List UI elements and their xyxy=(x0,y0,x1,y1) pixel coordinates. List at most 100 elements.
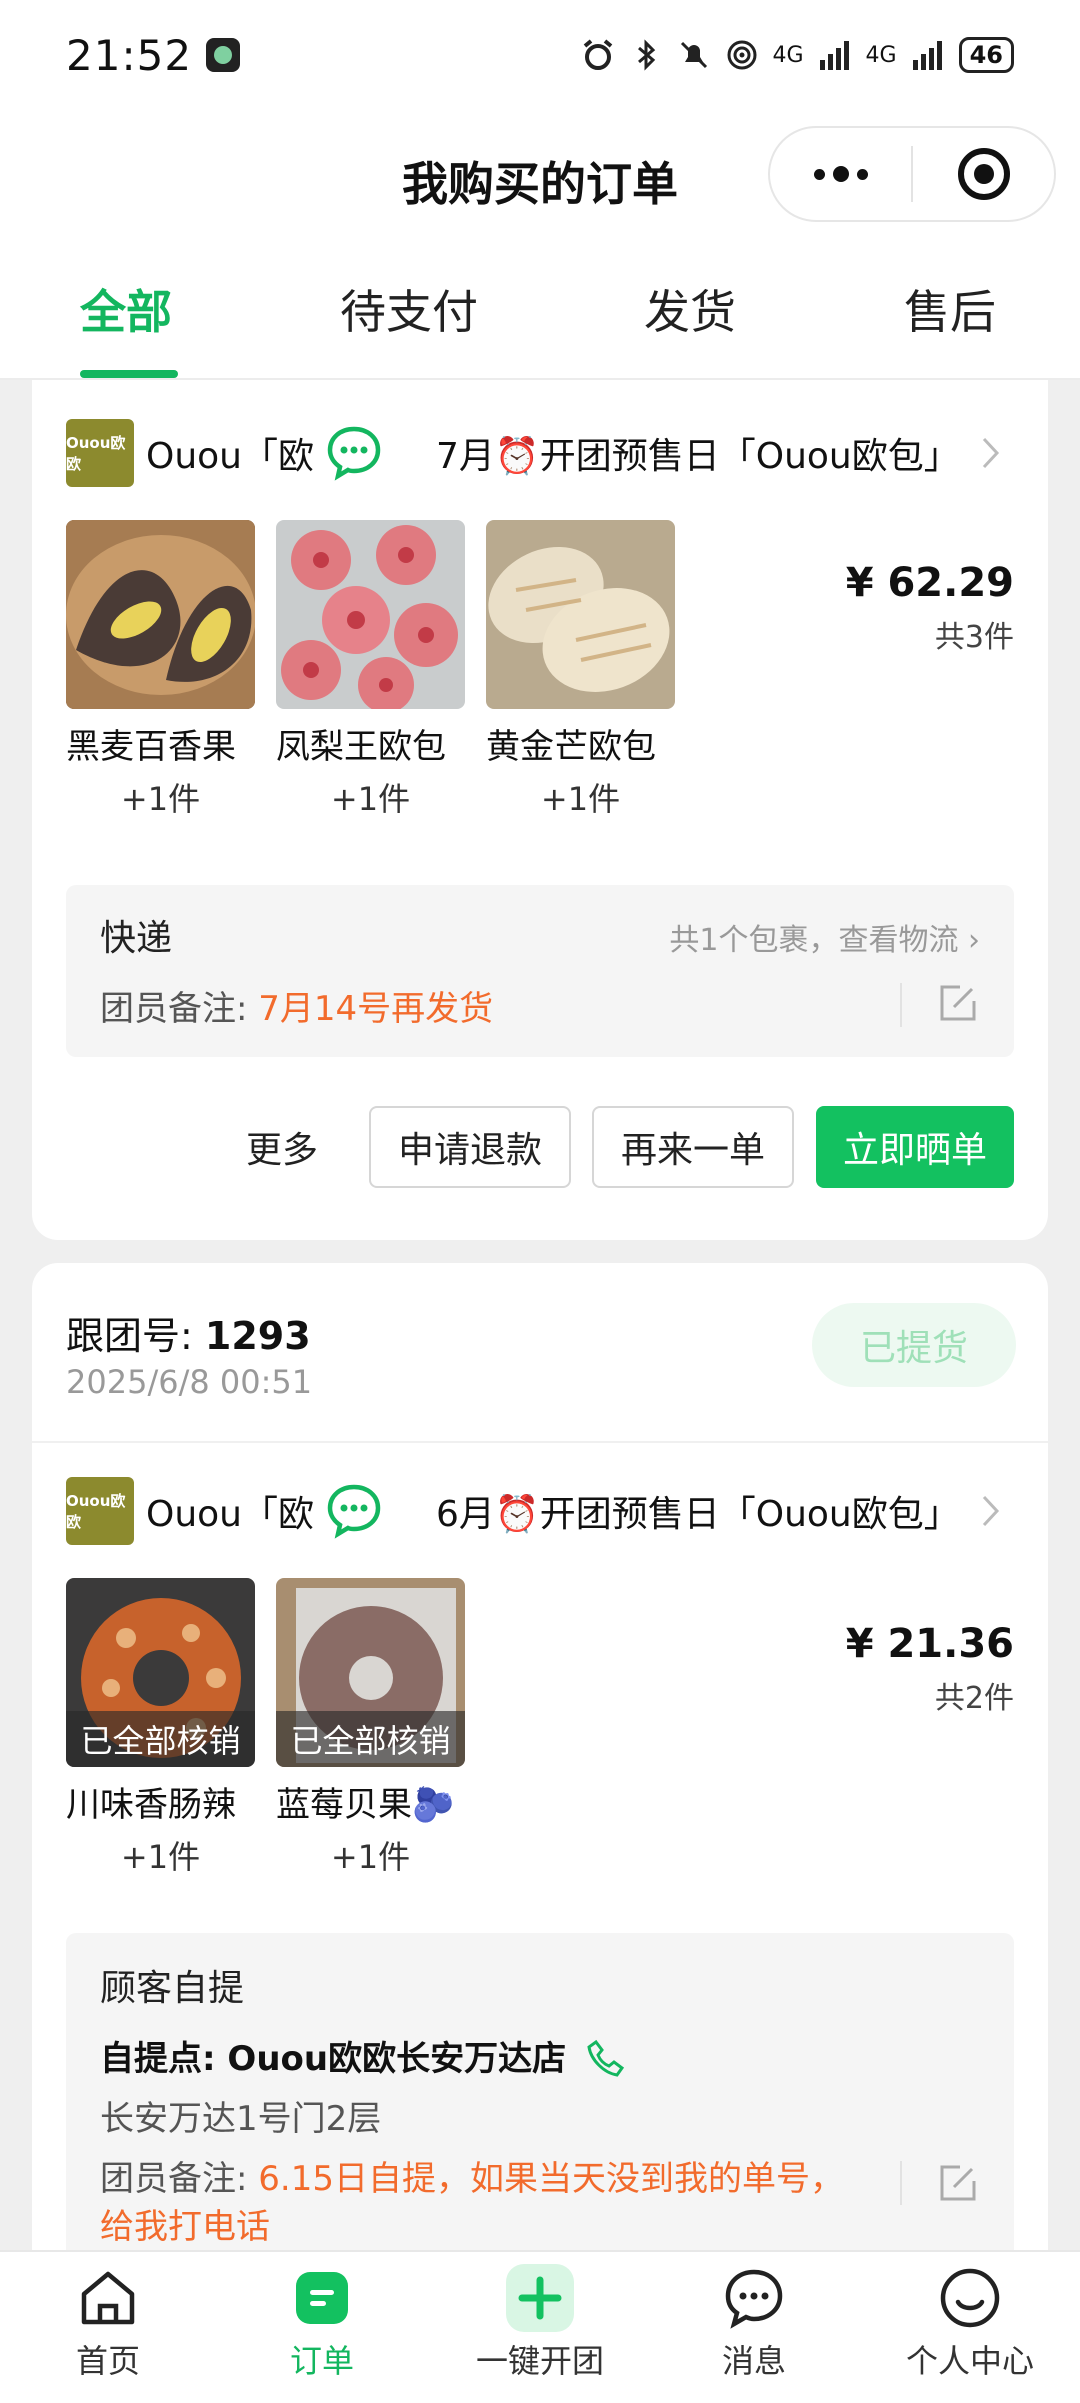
product-item[interactable]: 已全部核销 蓝莓贝果🫐 +1件 xyxy=(276,1578,465,1878)
group-label: 跟团号: xyxy=(66,1314,205,1358)
order-date: 2025/6/8 00:51 xyxy=(66,1363,313,1401)
product-item[interactable]: 黄金芒欧包 +1件 xyxy=(486,520,675,820)
view-logistics-link[interactable]: 共1个包裹，查看物流 › xyxy=(669,915,980,959)
store-name: Ouou「欧欧 xyxy=(146,1494,316,1535)
pickup-point-row: 自提点: Ouou欧欧长安万达店 xyxy=(100,2031,626,2080)
more-dots-icon xyxy=(813,166,868,182)
product-qty: +1件 xyxy=(330,780,411,818)
more-actions-button[interactable]: 更多 xyxy=(212,1106,352,1188)
store-row[interactable]: Ouou欧欧 Ouou「欧欧 7月⏰开团预售日「Ouou欧包」 xyxy=(66,418,1018,488)
product-qty: +1件 xyxy=(540,780,621,818)
delivery-method: 快递 xyxy=(100,918,173,959)
more-button[interactable] xyxy=(770,128,911,220)
note-value: 7月14号再发货 xyxy=(258,989,494,1029)
nav-home[interactable]: 首页 xyxy=(8,2266,208,2382)
product-list: 黑麦百香果 +1件 凤梨王欧包 +1件 黄金芒欧包 +1件 xyxy=(66,520,675,820)
title-bar: 我购买的订单 xyxy=(0,110,1080,240)
nav-messages[interactable]: 消息 xyxy=(654,2266,854,2382)
store-logo: Ouou欧欧 xyxy=(66,419,134,487)
store-name: Ouou「欧欧 xyxy=(146,436,316,477)
pickup-box: 顾客自提 自提点: Ouou欧欧长安万达店 长安万达1号门2层 团员备注: 6.… xyxy=(66,1933,1014,2250)
tab-after-sales[interactable]: 售后 xyxy=(904,276,996,342)
nav-label: 消息 xyxy=(721,2342,786,2380)
order-card: Ouou欧欧 Ouou「欧欧 7月⏰开团预售日「Ouou欧包」 黑麦百香果 +1… xyxy=(32,380,1048,1240)
product-list: 已全部核销 川味香肠辣 +1件 已全部核销 蓝莓贝果🫐 +1件 xyxy=(66,1578,465,1878)
chat-icon[interactable] xyxy=(324,1481,384,1541)
mute-icon xyxy=(680,41,707,69)
member-note: 团员备注: 7月14号再发货 xyxy=(100,981,493,1030)
note-label: 团员备注: xyxy=(100,989,259,1029)
order-item-count: 共2件 xyxy=(934,1681,1014,1716)
product-image: 已全部核销 xyxy=(276,1578,465,1767)
nav-label: 订单 xyxy=(289,2342,354,2380)
message-icon xyxy=(725,2269,783,2329)
product-image xyxy=(66,520,255,709)
product-qty: +1件 xyxy=(120,1838,201,1876)
profile-icon xyxy=(940,2268,1000,2328)
close-program-button[interactable] xyxy=(913,128,1054,220)
order-card: 跟团号: 1293 2025/6/8 00:51 已提货 Ouou欧欧 Ouou… xyxy=(32,1263,1048,2250)
tab-pending-payment[interactable]: 待支付 xyxy=(340,276,478,342)
product-image xyxy=(486,520,675,709)
battery-icon: 46 xyxy=(958,37,1014,73)
note-label: 团员备注: xyxy=(100,2159,259,2199)
nav-label: 首页 xyxy=(75,2342,140,2380)
status-badge: 已提货 xyxy=(812,1303,1016,1387)
signal-icon xyxy=(819,41,849,70)
active-tab-indicator xyxy=(80,370,178,378)
nav-orders[interactable]: 订单 xyxy=(222,2266,422,2382)
status-icons: 4G 4G 46 xyxy=(581,37,1014,73)
redeemed-overlay: 已全部核销 xyxy=(276,1711,465,1767)
product-name: 川味香肠辣 xyxy=(66,1785,236,1825)
chevron-right-icon xyxy=(982,1495,1000,1527)
chevron-right-icon xyxy=(982,437,1000,469)
pickup-address: 长安万达1号门2层 xyxy=(100,2099,382,2139)
target-icon xyxy=(957,148,1010,200)
alarm-icon xyxy=(583,39,612,70)
product-item[interactable]: 黑麦百香果 +1件 xyxy=(66,520,255,820)
order-price: ¥ 62.29 xyxy=(845,560,1014,606)
notification-app-icon xyxy=(206,38,241,72)
product-name: 蓝莓贝果🫐 xyxy=(276,1785,455,1825)
home-icon xyxy=(81,2271,135,2325)
product-name: 黑麦百香果 xyxy=(66,727,236,767)
order-list[interactable]: Ouou欧欧 Ouou「欧欧 7月⏰开团预售日「Ouou欧包」 黑麦百香果 +1… xyxy=(0,380,1080,2250)
share-review-button[interactable]: 立即晒单 xyxy=(816,1106,1014,1188)
product-item[interactable]: 凤梨王欧包 +1件 xyxy=(276,520,465,820)
product-qty: +1件 xyxy=(120,780,201,818)
edit-note-icon[interactable] xyxy=(938,983,978,1023)
delivery-method: 顾客自提 xyxy=(100,1968,245,2009)
product-image xyxy=(276,520,465,709)
order-icon xyxy=(296,2272,348,2324)
tab-all[interactable]: 全部 xyxy=(80,276,172,342)
product-qty: +1件 xyxy=(330,1838,411,1876)
network-label-2: 4G xyxy=(865,42,897,68)
order-item-count: 共3件 xyxy=(934,620,1014,655)
nav-label: 个人中心 xyxy=(905,2342,1034,2380)
group-number-value: 1293 xyxy=(204,1314,311,1358)
store-logo: Ouou欧欧 xyxy=(66,1477,134,1545)
plus-icon xyxy=(506,2264,574,2332)
signal-icon-2 xyxy=(912,41,942,70)
bluetooth-icon xyxy=(637,39,655,71)
product-item[interactable]: 已全部核销 川味香肠辣 +1件 xyxy=(66,1578,255,1878)
bottom-nav: 首页 订单 一键开团 消息 个人中心 xyxy=(0,2250,1080,2403)
group-number: 跟团号: 1293 xyxy=(66,1305,311,1360)
network-label-1: 4G xyxy=(772,42,804,68)
status-bar: 21:52 4G 4G 46 xyxy=(0,0,1080,110)
nav-start-group[interactable]: 一键开团 xyxy=(440,2264,640,2382)
phone-icon[interactable] xyxy=(586,2038,626,2078)
view-logistics-label: 共1个包裹，查看物流 xyxy=(669,923,959,958)
reorder-button[interactable]: 再来一单 xyxy=(592,1106,794,1188)
nav-profile[interactable]: 个人中心 xyxy=(870,2266,1070,2382)
edit-note-icon[interactable] xyxy=(938,2163,978,2203)
activity-title: 6月⏰开团预售日「Ouou欧包」 xyxy=(436,1494,960,1535)
mini-program-capsule xyxy=(768,126,1056,222)
pickup-point: 自提点: Ouou欧欧长安万达店 xyxy=(100,2039,567,2079)
refund-button[interactable]: 申请退款 xyxy=(369,1106,571,1188)
status-time: 21:52 xyxy=(66,30,193,80)
store-row[interactable]: Ouou欧欧 Ouou「欧欧 6月⏰开团预售日「Ouou欧包」 xyxy=(66,1476,1018,1546)
tab-shipping[interactable]: 发货 xyxy=(644,276,736,342)
chat-icon[interactable] xyxy=(324,423,384,483)
order-price: ¥ 21.36 xyxy=(845,1621,1014,1667)
